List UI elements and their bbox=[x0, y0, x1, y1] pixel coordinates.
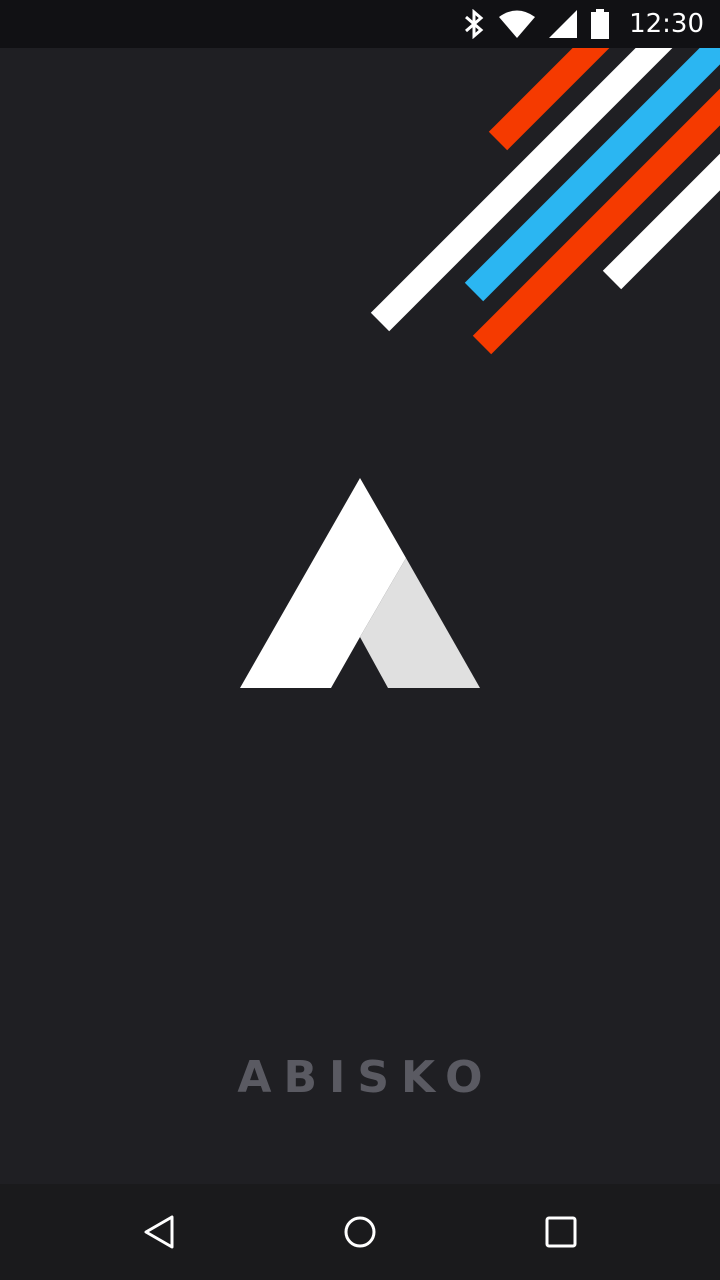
status-icons: 12:30 bbox=[463, 0, 704, 48]
battery-icon bbox=[591, 9, 610, 39]
abisko-logo-icon bbox=[240, 478, 480, 688]
home-button[interactable] bbox=[330, 1202, 390, 1262]
brand-name: ABISKO bbox=[237, 1052, 495, 1103]
status-time: 12:30 bbox=[629, 9, 704, 39]
home-icon bbox=[344, 1216, 376, 1248]
navigation-bar bbox=[0, 1184, 720, 1280]
status-bar: 12:30 bbox=[0, 0, 720, 48]
back-button[interactable] bbox=[130, 1202, 190, 1262]
decorative-stripes bbox=[370, 0, 720, 355]
back-icon bbox=[144, 1215, 174, 1249]
bluetooth-icon bbox=[463, 9, 485, 39]
wifi-icon bbox=[499, 10, 536, 38]
signal-icon bbox=[549, 10, 578, 38]
recents-button[interactable] bbox=[531, 1202, 591, 1262]
recents-icon bbox=[545, 1216, 577, 1248]
